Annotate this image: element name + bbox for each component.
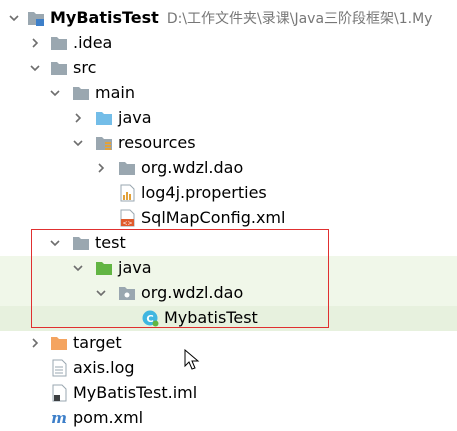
- tree-row-test-java[interactable]: java: [0, 256, 457, 281]
- tree-row-resources[interactable]: resources: [0, 131, 457, 156]
- source-folder-icon: [95, 109, 113, 127]
- properties-file-icon: [118, 184, 136, 202]
- tree-item-label: java: [118, 108, 152, 127]
- tree-item-label: pom.xml: [73, 408, 144, 427]
- tree-row-sqlmapconfig[interactable]: <> SqlMapConfig.xml: [0, 206, 457, 231]
- module-folder-icon: [27, 9, 45, 27]
- chevron-right-icon[interactable]: [73, 113, 83, 123]
- tree-item-label: target: [73, 333, 122, 352]
- tree-item-label: main: [95, 83, 135, 102]
- mouse-cursor-icon: [184, 348, 200, 375]
- chevron-down-icon[interactable]: [50, 88, 60, 98]
- tree-row-test-package[interactable]: org.wdzl.dao: [0, 281, 457, 306]
- tree-row-main[interactable]: main: [0, 81, 457, 106]
- chevron-right-icon[interactable]: [30, 338, 40, 348]
- chevron-down-icon[interactable]: [30, 63, 40, 73]
- tree-row-resources-package[interactable]: org.wdzl.dao: [0, 156, 457, 181]
- tree-row-idea[interactable]: .idea: [0, 31, 457, 56]
- tree-row-main-java[interactable]: java: [0, 106, 457, 131]
- excluded-folder-icon: [50, 334, 68, 352]
- svg-text:<>: <>: [122, 220, 132, 227]
- tree-item-label: log4j.properties: [141, 183, 267, 202]
- tree-item-label: SqlMapConfig.xml: [141, 208, 286, 227]
- tree-item-label: .idea: [73, 33, 113, 52]
- tree-row-mybatistest-class[interactable]: C MybatisTest: [0, 306, 457, 331]
- tree-row-axis-log[interactable]: axis.log: [0, 356, 457, 381]
- tree-item-label: test: [95, 233, 126, 252]
- project-root-label: MyBatisTest D:\工作文件夹\录课\Java三阶段框架\1.My: [50, 8, 433, 27]
- folder-icon: [118, 159, 136, 177]
- tree-row-target[interactable]: target: [0, 331, 457, 356]
- tree-row-iml[interactable]: MyBatisTest.iml: [0, 381, 457, 406]
- tree-row-log4j[interactable]: log4j.properties: [0, 181, 457, 206]
- iml-file-icon: [50, 384, 68, 402]
- tree-row-src[interactable]: src: [0, 56, 457, 81]
- log-file-icon: [50, 359, 68, 377]
- java-class-icon: C: [141, 309, 159, 327]
- chevron-right-icon[interactable]: [96, 163, 106, 173]
- test-source-folder-icon: [95, 259, 113, 277]
- maven-pom-icon: m: [50, 409, 68, 427]
- tree-item-label: java: [118, 258, 152, 277]
- tree-item-label: MybatisTest: [164, 308, 258, 327]
- tree-row-test[interactable]: test: [0, 231, 457, 256]
- chevron-down-icon[interactable]: [73, 138, 83, 148]
- folder-icon: [50, 59, 68, 77]
- chevron-down-icon[interactable]: [50, 238, 60, 248]
- chevron-down-icon[interactable]: [96, 288, 106, 298]
- chevron-down-icon[interactable]: [9, 13, 19, 23]
- tree-item-label: org.wdzl.dao: [141, 283, 244, 302]
- tree-item-label: org.wdzl.dao: [141, 158, 244, 177]
- tree-item-label: axis.log: [73, 358, 135, 377]
- folder-icon: [72, 234, 90, 252]
- tree-row-pom[interactable]: m pom.xml: [0, 406, 457, 431]
- folder-icon: [72, 84, 90, 102]
- tree-item-label: src: [73, 58, 97, 77]
- project-path: D:\工作文件夹\录课\Java三阶段框架\1.My: [166, 11, 433, 27]
- chevron-down-icon[interactable]: [73, 263, 83, 273]
- tree-item-label: resources: [118, 133, 196, 152]
- tree-item-label: MyBatisTest.iml: [73, 383, 198, 402]
- folder-icon: [50, 34, 68, 52]
- resources-folder-icon: [95, 134, 113, 152]
- chevron-right-icon[interactable]: [30, 38, 40, 48]
- package-icon: [118, 284, 136, 302]
- tree-row-root[interactable]: MyBatisTest D:\工作文件夹\录课\Java三阶段框架\1.My: [0, 6, 457, 31]
- svg-text:m: m: [51, 409, 67, 427]
- xml-file-icon: <>: [118, 209, 136, 227]
